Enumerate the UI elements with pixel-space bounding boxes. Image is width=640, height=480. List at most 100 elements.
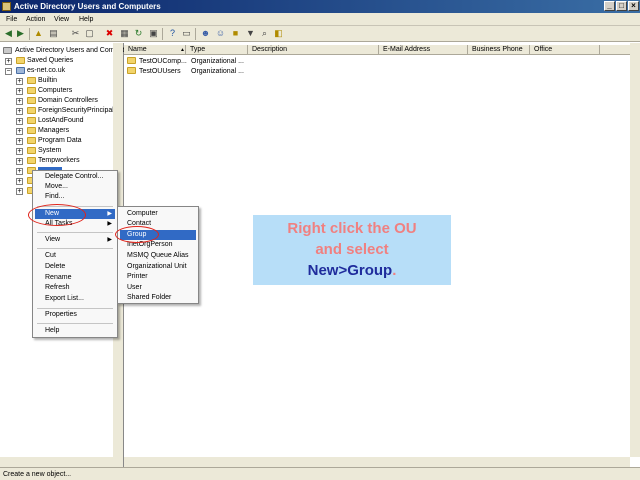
console-icon[interactable]: ▭ (181, 28, 192, 39)
ou-icon (27, 127, 36, 134)
list-item[interactable]: TestOUComp... Organizational ... (127, 57, 367, 67)
submenu-item-user[interactable]: User (120, 283, 196, 293)
menu-separator (37, 232, 113, 233)
callout-line-3: New>Group (307, 262, 393, 279)
column-header-business-phone[interactable]: Business Phone (468, 45, 530, 55)
new-user-icon[interactable]: ☻ (200, 28, 211, 39)
close-button[interactable]: × (628, 1, 639, 11)
maximize-button[interactable]: □ (616, 1, 627, 11)
menu-item-cut[interactable]: Cut (35, 251, 115, 261)
submenu-item-msmq-queue-alias[interactable]: MSMQ Queue Alias (120, 251, 196, 261)
filter-icon[interactable]: ▼ (245, 28, 256, 39)
expand-icon[interactable]: + (16, 158, 23, 165)
new-group-icon[interactable]: ☺ (215, 28, 226, 39)
collapse-icon[interactable]: − (5, 68, 12, 75)
folder-icon (27, 107, 36, 114)
folder-icon (27, 147, 36, 154)
menu-file[interactable]: File (6, 15, 17, 24)
up-folder-icon[interactable]: ▲ (33, 28, 44, 39)
add-to-group-icon[interactable]: ◧ (273, 28, 284, 39)
forward-arrow-icon[interactable]: ▶ (15, 28, 26, 39)
back-arrow-icon[interactable]: ◀ (3, 28, 14, 39)
menu-item-delegate-control[interactable]: Delegate Control... (35, 172, 115, 182)
ou-icon (127, 67, 136, 74)
expand-icon[interactable]: + (16, 148, 23, 155)
cut-icon[interactable]: ✂ (70, 28, 81, 39)
copy-icon[interactable]: ▢ (84, 28, 95, 39)
tree-item-label: es-net.co.uk (27, 67, 66, 74)
ou-icon (27, 97, 36, 104)
expand-icon[interactable]: + (16, 168, 23, 175)
callout-line-2: and select (315, 241, 389, 258)
menu-view[interactable]: View (54, 15, 69, 24)
show-hide-tree-icon[interactable]: ▤ (48, 28, 59, 39)
menu-separator (37, 323, 113, 324)
context-menu: Delegate Control... Move... Find... New … (32, 170, 118, 338)
title-bar[interactable]: Active Directory Users and Computers _ □… (0, 0, 640, 13)
menu-item-rename[interactable]: Rename (35, 273, 115, 283)
menu-item-properties[interactable]: Properties (35, 310, 115, 320)
column-header-name[interactable]: Name (124, 45, 186, 55)
expand-icon[interactable]: + (16, 78, 23, 85)
callout-period: . (392, 262, 397, 279)
export-icon[interactable]: ▣ (148, 28, 159, 39)
status-bar: Create a new object... (0, 467, 640, 480)
menu-action[interactable]: Action (26, 15, 45, 24)
refresh-icon[interactable]: ↻ (133, 28, 144, 39)
delete-icon[interactable]: ✖ (104, 28, 115, 39)
expand-icon[interactable]: + (5, 58, 12, 65)
submenu-item-shared-folder[interactable]: Shared Folder (120, 293, 196, 303)
list-item-type: Organizational ... (191, 58, 244, 65)
expand-icon[interactable]: + (16, 138, 23, 145)
tree-horizontal-scrollbar[interactable] (0, 457, 113, 467)
tree-item-label: Tempworkers (38, 157, 80, 164)
expand-icon[interactable]: + (16, 108, 23, 115)
sort-ascending-icon: ▲ (180, 47, 185, 53)
find-icon[interactable]: ⌕ (259, 28, 270, 39)
properties-icon[interactable]: ▦ (119, 28, 130, 39)
list-item[interactable]: TestOUUsers Organizational ... (127, 67, 367, 77)
instruction-callout: Right click the OU and select New>Group. (253, 215, 451, 285)
list-vertical-scrollbar[interactable] (630, 43, 640, 457)
menu-item-view[interactable]: View ▶ (35, 235, 115, 245)
menu-item-help[interactable]: Help (35, 326, 115, 336)
column-header-office[interactable]: Office (530, 45, 600, 55)
column-header-description[interactable]: Description (248, 45, 379, 55)
menu-help[interactable]: Help (79, 15, 93, 24)
submenu-arrow-icon: ▶ (107, 211, 112, 217)
minimize-button[interactable]: _ (604, 1, 615, 11)
menu-item-delete[interactable]: Delete (35, 262, 115, 272)
expand-icon[interactable]: + (16, 118, 23, 125)
tree-item-label: ForeignSecurityPrincipals (38, 107, 118, 114)
submenu-item-computer[interactable]: Computer (120, 209, 196, 219)
expand-icon[interactable]: + (16, 98, 23, 105)
folder-icon (27, 137, 36, 144)
list-item-type: Organizational ... (191, 68, 244, 75)
submenu-arrow-icon: ▶ (107, 221, 112, 227)
tree-item-label: LostAndFound (38, 117, 84, 124)
menu-item-refresh[interactable]: Refresh (35, 283, 115, 293)
column-header-type[interactable]: Type (186, 45, 248, 55)
submenu-item-organizational-unit[interactable]: Organizational Unit (120, 262, 196, 272)
column-header-email[interactable]: E-Mail Address (379, 45, 468, 55)
list-horizontal-scrollbar[interactable] (124, 457, 630, 467)
folder-icon (27, 77, 36, 84)
expand-icon[interactable]: + (16, 188, 23, 195)
menu-item-find[interactable]: Find... (35, 192, 115, 202)
tree-item-label: Builtin (38, 77, 58, 84)
tree-item-label: Program Data (38, 137, 82, 144)
expand-icon[interactable]: + (16, 88, 23, 95)
toolbar-separator (162, 28, 163, 40)
expand-icon[interactable]: + (16, 178, 23, 185)
window-title: Active Directory Users and Computers (14, 2, 161, 11)
submenu-item-printer[interactable]: Printer (120, 272, 196, 282)
help-icon[interactable]: ? (167, 28, 178, 39)
list-item-name: TestOUComp... (139, 58, 187, 65)
folder-icon (16, 57, 25, 64)
menu-item-export-list[interactable]: Export List... (35, 294, 115, 304)
tree-item-label: System (38, 147, 62, 154)
menu-item-move[interactable]: Move... (35, 182, 115, 192)
expand-icon[interactable]: + (16, 128, 23, 135)
new-ou-icon[interactable]: ■ (230, 28, 241, 39)
console-root-icon (3, 47, 12, 54)
